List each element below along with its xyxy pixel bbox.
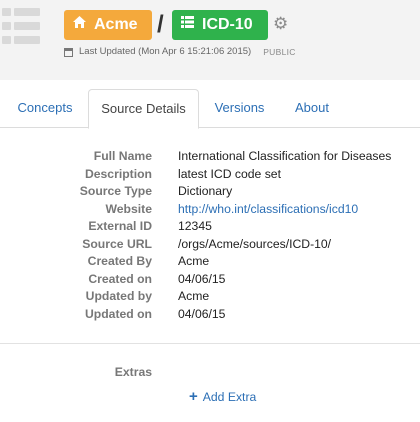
detail-value: International Classification for Disease…	[178, 149, 392, 163]
detail-row-website: Website http://who.int/classifications/i…	[0, 200, 420, 218]
calendar-icon	[64, 47, 73, 57]
detail-row-source-type: Source Type Dictionary	[0, 182, 420, 200]
page-header: Acme / ICD-10 ⚙ Last Updated (Mon Apr 6 …	[0, 0, 420, 80]
detail-value: 12345	[178, 219, 212, 233]
detail-value: /orgs/Acme/sources/ICD-10/	[178, 236, 332, 251]
source-breadcrumb-button[interactable]: ICD-10	[172, 10, 268, 40]
detail-label: Website	[105, 201, 152, 216]
detail-label: Updated on	[84, 306, 152, 321]
detail-value: Dictionary	[178, 184, 233, 198]
plus-icon: +	[189, 388, 198, 405]
detail-label: Created By	[87, 254, 152, 268]
gear-icon[interactable]: ⚙	[273, 14, 288, 34]
detail-value: 04/06/15	[178, 271, 226, 286]
detail-row-external-id: External ID 12345	[0, 217, 420, 235]
detail-row-full-name: Full Name International Classification f…	[0, 147, 420, 165]
visibility-label: PUBLIC	[263, 47, 296, 57]
detail-label: Updated by	[85, 289, 152, 303]
breadcrumb-separator: /	[157, 11, 164, 38]
add-extra-label: Add Extra	[202, 390, 257, 404]
list-icon	[180, 10, 195, 40]
detail-label: Created on	[88, 271, 152, 286]
home-icon	[72, 10, 87, 40]
detail-value: latest ICD code set	[178, 166, 281, 181]
add-extra-button[interactable]: + Add Extra	[189, 388, 256, 406]
source-tabs: Concepts Source Details Versions About	[0, 89, 420, 129]
detail-label: Source Type	[79, 184, 152, 198]
detail-row-updated-by: Updated by Acme	[0, 287, 420, 305]
detail-row-source-url: Source URL /orgs/Acme/sources/ICD-10/	[0, 235, 420, 253]
section-divider	[0, 343, 420, 344]
tab-about[interactable]: About	[292, 89, 332, 128]
detail-value: Acme	[178, 254, 210, 268]
app-menu-icon[interactable]	[2, 8, 40, 44]
tab-versions[interactable]: Versions	[212, 89, 267, 128]
detail-row-description: Description latest ICD code set	[0, 165, 420, 183]
detail-value: Acme	[178, 289, 210, 303]
detail-row-created-on: Created on 04/06/15	[0, 270, 420, 288]
detail-row-created-by: Created By Acme	[0, 252, 420, 270]
extras-label: Extras	[114, 365, 152, 379]
owner-name: Acme	[94, 16, 138, 33]
detail-label: Description	[84, 166, 152, 181]
website-link[interactable]: http://who.int/classifications/icd10	[178, 200, 358, 218]
detail-label: Full Name	[93, 149, 152, 163]
detail-row-updated-on: Updated on 04/06/15	[0, 305, 420, 323]
detail-label: Source URL	[82, 236, 152, 251]
last-updated-text: Last Updated (Mon Apr 6 15:21:06 2015)	[79, 46, 252, 57]
detail-label: External ID	[88, 219, 152, 233]
last-updated-line: Last Updated (Mon Apr 6 15:21:06 2015) P…	[64, 46, 296, 58]
tab-source-details[interactable]: Source Details	[88, 89, 199, 129]
detail-value: 04/06/15	[178, 306, 226, 321]
source-name: ICD-10	[202, 16, 253, 33]
owner-breadcrumb-button[interactable]: Acme	[64, 10, 152, 40]
tab-concepts[interactable]: Concepts	[16, 89, 74, 128]
